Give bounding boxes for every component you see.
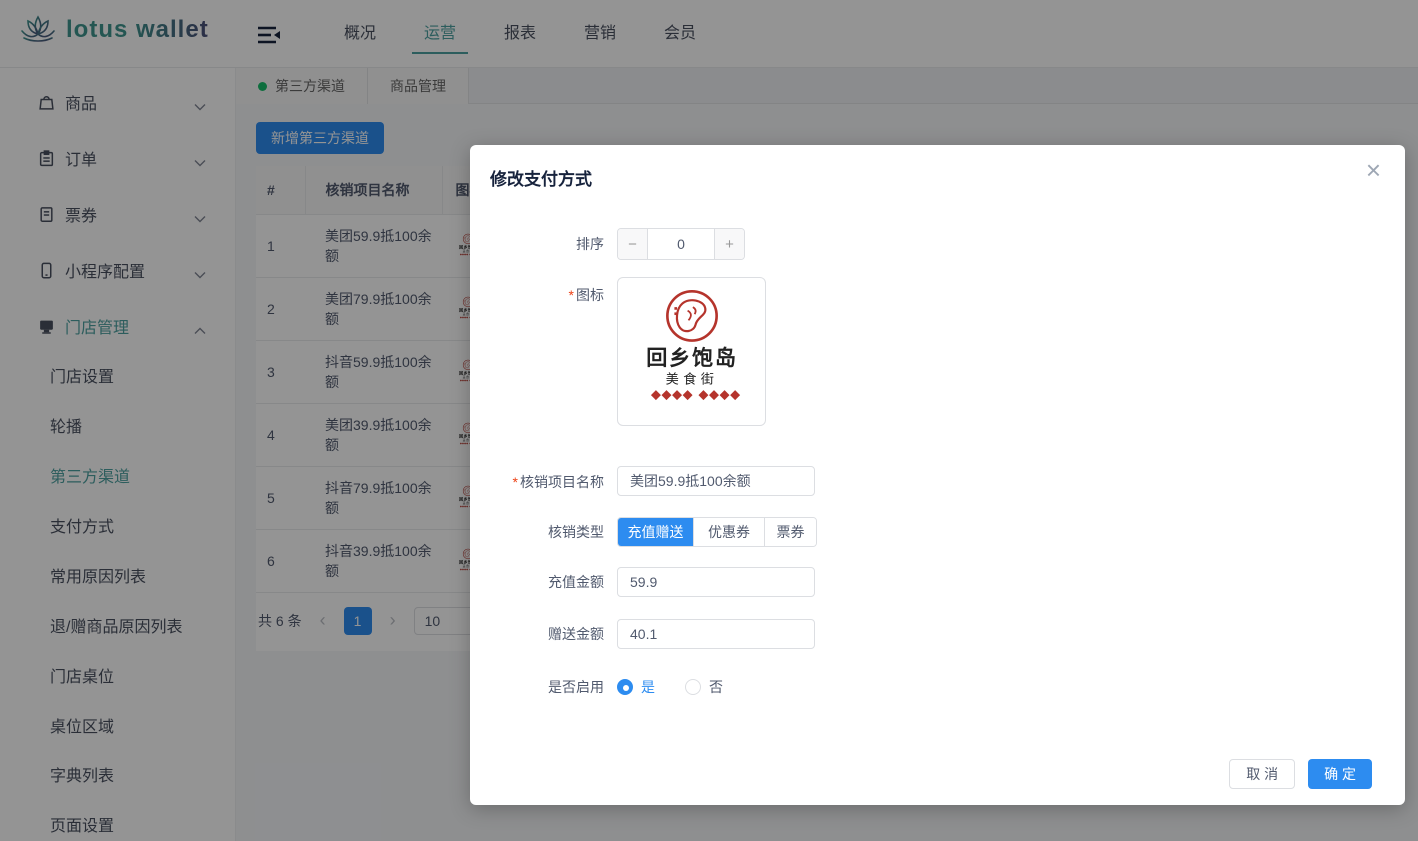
cancel-button[interactable]: 取 消	[1229, 759, 1295, 789]
gift-amount-label: 赠送金额	[490, 619, 617, 649]
sort-label: 排序	[490, 228, 617, 260]
icon-row: *图标	[490, 277, 766, 426]
name-input[interactable]	[617, 466, 815, 496]
required-asterisk: *	[513, 474, 518, 490]
merchant-seal-logo	[626, 286, 758, 418]
edit-payment-method-modal: 修改支付方式 × 排序 − 0 + *图标 *核销项目名称	[470, 145, 1405, 805]
gift-amount-row: 赠送金额	[490, 619, 815, 649]
required-asterisk: *	[569, 287, 574, 303]
confirm-button[interactable]: 确 定	[1308, 759, 1372, 789]
type-option-coupon[interactable]: 优惠券	[694, 518, 765, 546]
icon-upload-box[interactable]	[617, 277, 766, 426]
radio-label: 是	[641, 677, 655, 697]
modal-footer: 取 消 确 定	[1229, 759, 1372, 789]
type-option-recharge-gift[interactable]: 充值赠送	[618, 518, 694, 546]
enabled-row: 是否启用 是 否	[490, 671, 723, 703]
sort-value[interactable]: 0	[648, 229, 714, 259]
modal-title: 修改支付方式	[490, 165, 592, 190]
name-label: *核销项目名称	[490, 466, 617, 498]
radio-checked-icon	[617, 679, 633, 695]
type-row: 核销类型 充值赠送 优惠券 票券	[490, 517, 817, 547]
recharge-amount-input[interactable]	[617, 567, 815, 597]
close-icon[interactable]: ×	[1366, 157, 1381, 183]
type-label: 核销类型	[490, 517, 617, 547]
sort-stepper: − 0 +	[617, 228, 745, 260]
type-segmented-control: 充值赠送 优惠券 票券	[617, 517, 817, 547]
enabled-option-no[interactable]: 否	[685, 677, 723, 697]
enabled-radio-group: 是 否	[617, 671, 723, 703]
stepper-plus-icon[interactable]: +	[714, 229, 744, 259]
app-screen: lotus wallet 概况 运营 报表 营销 会员 商品	[0, 0, 1418, 841]
recharge-amount-row: 充值金额	[490, 567, 815, 597]
stepper-minus-icon[interactable]: −	[618, 229, 648, 259]
enabled-option-yes[interactable]: 是	[617, 677, 655, 697]
recharge-amount-label: 充值金额	[490, 567, 617, 597]
radio-label: 否	[709, 677, 723, 697]
icon-label: *图标	[490, 277, 617, 426]
type-option-ticket[interactable]: 票券	[765, 518, 816, 546]
enabled-label: 是否启用	[490, 671, 617, 703]
radio-unchecked-icon	[685, 679, 701, 695]
sort-row: 排序 − 0 +	[490, 228, 745, 260]
gift-amount-input[interactable]	[617, 619, 815, 649]
name-row: *核销项目名称	[490, 466, 815, 498]
